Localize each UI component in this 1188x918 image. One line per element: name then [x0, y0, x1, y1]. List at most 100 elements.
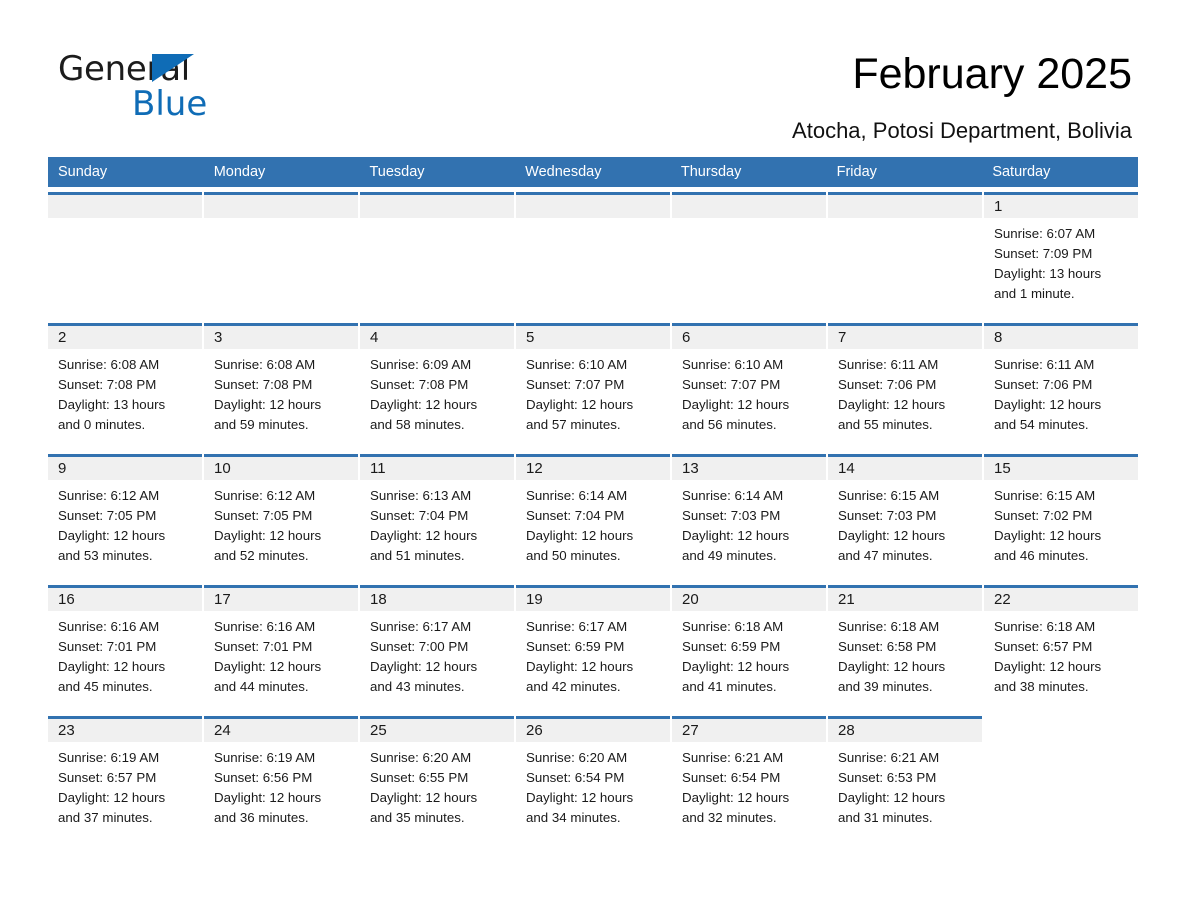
- day-number-band: 27: [672, 719, 826, 742]
- sunrise-time: Sunrise: 6:12 AM: [214, 488, 316, 503]
- calendar-day-cell[interactable]: 9 Sunrise: 6:12 AM Sunset: 7:05 PM Daylight…: [48, 454, 202, 581]
- day-number-band: 12: [516, 457, 670, 480]
- sunset-time: Sunset: 7:09 PM: [994, 246, 1093, 261]
- day-number: 25: [370, 722, 387, 739]
- calendar-day-cell[interactable]: 28 Sunrise: 6:21 AM Sunset: 6:53 PM Dayligh…: [828, 716, 982, 843]
- calendar-week-row: 16 Sunrise: 6:16 AM Sunset: 7:01 PM Dayligh…: [48, 585, 1138, 712]
- day-number: 6: [682, 329, 691, 346]
- calendar-day-cell[interactable]: 23 Sunrise: 6:19 AM Sunset: 6:57 PM Dayligh…: [48, 716, 202, 843]
- calendar-day-cell[interactable]: 20 Sunrise: 6:18 AM Sunset: 6:59 PM Dayligh…: [672, 585, 826, 712]
- day-number-band: 1: [984, 195, 1138, 218]
- day-sun-info: Sunrise: 6:18 AM Sunset: 6:58 PM Daylight:…: [828, 611, 982, 697]
- day-number-band: 24: [204, 719, 358, 742]
- day-number-band: 13: [672, 457, 826, 480]
- calendar-day-cell[interactable]: 25 Sunrise: 6:20 AM Sunset: 6:55 PM Dayligh…: [360, 716, 514, 843]
- general-blue-logo[interactable]: General Blue: [58, 52, 318, 121]
- calendar-day-cell[interactable]: 17 Sunrise: 6:16 AM Sunset: 7:01 PM Dayligh…: [204, 585, 358, 712]
- day-number: 13: [682, 460, 699, 477]
- day-number-band: 10: [204, 457, 358, 480]
- day-number: 2: [58, 329, 67, 346]
- sunrise-time: Sunrise: 6:18 AM: [838, 619, 940, 634]
- day-sun-info: Sunrise: 6:14 AM Sunset: 7:03 PM Daylight:…: [672, 480, 826, 566]
- calendar-day-cell-empty: [984, 716, 1138, 843]
- day-number: 9: [58, 460, 67, 477]
- calendar-day-cell[interactable]: 19 Sunrise: 6:17 AM Sunset: 6:59 PM Dayligh…: [516, 585, 670, 712]
- calendar-day-cell[interactable]: 1 Sunrise: 6:07 AM Sunset: 7:09 PM Daylight…: [984, 192, 1138, 319]
- sunrise-time: Sunrise: 6:13 AM: [370, 488, 472, 503]
- day-number-band: 22: [984, 588, 1138, 611]
- daylight-duration-line2: and 0 minutes.: [58, 417, 146, 432]
- day-number: 24: [214, 722, 231, 739]
- day-sun-info: Sunrise: 6:17 AM Sunset: 6:59 PM Daylight:…: [516, 611, 670, 697]
- calendar-day-cell[interactable]: 13 Sunrise: 6:14 AM Sunset: 7:03 PM Dayligh…: [672, 454, 826, 581]
- sunrise-time: Sunrise: 6:11 AM: [994, 357, 1095, 372]
- daylight-duration-line2: and 44 minutes.: [214, 679, 309, 694]
- sunrise-time: Sunrise: 6:16 AM: [58, 619, 160, 634]
- day-number: 28: [838, 722, 855, 739]
- day-number: 14: [838, 460, 855, 477]
- weekday-header-thursday: Thursday: [680, 164, 742, 180]
- calendar-day-cell[interactable]: 4 Sunrise: 6:09 AM Sunset: 7:08 PM Daylight…: [360, 323, 514, 450]
- day-sun-info: Sunrise: 6:16 AM Sunset: 7:01 PM Daylight:…: [204, 611, 358, 697]
- calendar-day-cell[interactable]: 3 Sunrise: 6:08 AM Sunset: 7:08 PM Daylight…: [204, 323, 358, 450]
- calendar-day-cell[interactable]: 27 Sunrise: 6:21 AM Sunset: 6:54 PM Dayligh…: [672, 716, 826, 843]
- sunset-time: Sunset: 7:08 PM: [58, 377, 157, 392]
- daylight-duration-line1: Daylight: 12 hours: [526, 659, 634, 674]
- calendar-week-row: 23 Sunrise: 6:19 AM Sunset: 6:57 PM Dayligh…: [48, 716, 1138, 843]
- calendar-day-cell[interactable]: 7 Sunrise: 6:11 AM Sunset: 7:06 PM Daylight…: [828, 323, 982, 450]
- calendar-day-cell[interactable]: 10 Sunrise: 6:12 AM Sunset: 7:05 PM Dayligh…: [204, 454, 358, 581]
- day-sun-info: Sunrise: 6:17 AM Sunset: 7:00 PM Daylight:…: [360, 611, 514, 697]
- calendar-day-cell[interactable]: 21 Sunrise: 6:18 AM Sunset: 6:58 PM Dayligh…: [828, 585, 982, 712]
- calendar-day-cell[interactable]: 8 Sunrise: 6:11 AM Sunset: 7:06 PM Daylight…: [984, 323, 1138, 450]
- daylight-duration-line1: Daylight: 12 hours: [214, 659, 322, 674]
- day-number: 10: [214, 460, 231, 477]
- day-number-band: 2: [48, 326, 202, 349]
- weekday-header-sunday: Sunday: [58, 164, 108, 180]
- sunrise-time: Sunrise: 6:09 AM: [370, 357, 472, 372]
- sunrise-time: Sunrise: 6:14 AM: [526, 488, 628, 503]
- day-number-band: 17: [204, 588, 358, 611]
- calendar-day-cell[interactable]: 26 Sunrise: 6:20 AM Sunset: 6:54 PM Dayligh…: [516, 716, 670, 843]
- daylight-duration-line1: Daylight: 12 hours: [838, 397, 946, 412]
- day-sun-info: Sunrise: 6:19 AM Sunset: 6:57 PM Daylight:…: [48, 742, 202, 828]
- calendar-day-cell[interactable]: 14 Sunrise: 6:15 AM Sunset: 7:03 PM Dayligh…: [828, 454, 982, 581]
- day-number-band: [48, 195, 202, 218]
- calendar-day-cell[interactable]: 12 Sunrise: 6:14 AM Sunset: 7:04 PM Dayligh…: [516, 454, 670, 581]
- sunrise-time: Sunrise: 6:18 AM: [682, 619, 784, 634]
- calendar-day-cell[interactable]: 11 Sunrise: 6:13 AM Sunset: 7:04 PM Dayligh…: [360, 454, 514, 581]
- daylight-duration-line2: and 46 minutes.: [994, 548, 1089, 563]
- calendar-day-cell[interactable]: 24 Sunrise: 6:19 AM Sunset: 6:56 PM Dayligh…: [204, 716, 358, 843]
- daylight-duration-line1: Daylight: 13 hours: [994, 266, 1102, 281]
- calendar-day-cell[interactable]: 5 Sunrise: 6:10 AM Sunset: 7:07 PM Daylight…: [516, 323, 670, 450]
- daylight-duration-line1: Daylight: 12 hours: [682, 790, 790, 805]
- calendar-day-cell[interactable]: 16 Sunrise: 6:16 AM Sunset: 7:01 PM Dayligh…: [48, 585, 202, 712]
- day-sun-info: Sunrise: 6:08 AM Sunset: 7:08 PM Daylight:…: [204, 349, 358, 435]
- day-sun-info: Sunrise: 6:20 AM Sunset: 6:55 PM Daylight:…: [360, 742, 514, 828]
- day-number-band: 20: [672, 588, 826, 611]
- sunrise-time: Sunrise: 6:08 AM: [214, 357, 316, 372]
- sunset-time: Sunset: 7:01 PM: [58, 639, 157, 654]
- calendar-day-cell[interactable]: 6 Sunrise: 6:10 AM Sunset: 7:07 PM Daylight…: [672, 323, 826, 450]
- daylight-duration-line1: Daylight: 12 hours: [526, 790, 634, 805]
- sunset-time: Sunset: 6:54 PM: [526, 770, 625, 785]
- daylight-duration-line2: and 57 minutes.: [526, 417, 621, 432]
- calendar-day-cell-empty: [48, 192, 202, 319]
- sunset-time: Sunset: 7:05 PM: [214, 508, 313, 523]
- sunset-time: Sunset: 7:03 PM: [838, 508, 937, 523]
- daylight-duration-line2: and 56 minutes.: [682, 417, 777, 432]
- day-number: 27: [682, 722, 699, 739]
- calendar-page: General Blue February 2025 Atocha, Potos…: [0, 0, 1188, 918]
- sunset-time: Sunset: 7:06 PM: [838, 377, 937, 392]
- calendar-day-cell[interactable]: 22 Sunrise: 6:18 AM Sunset: 6:57 PM Dayligh…: [984, 585, 1138, 712]
- sunset-time: Sunset: 7:04 PM: [370, 508, 469, 523]
- day-number-band: [828, 195, 982, 218]
- day-number: 18: [370, 591, 387, 608]
- day-sun-info: Sunrise: 6:10 AM Sunset: 7:07 PM Daylight:…: [672, 349, 826, 435]
- day-sun-info: Sunrise: 6:13 AM Sunset: 7:04 PM Daylight:…: [360, 480, 514, 566]
- day-number-band: 3: [204, 326, 358, 349]
- daylight-duration-line1: Daylight: 12 hours: [370, 528, 478, 543]
- calendar-day-cell[interactable]: 2 Sunrise: 6:08 AM Sunset: 7:08 PM Daylight…: [48, 323, 202, 450]
- calendar-day-cell[interactable]: 15 Sunrise: 6:15 AM Sunset: 7:02 PM Dayligh…: [984, 454, 1138, 581]
- daylight-duration-line2: and 35 minutes.: [370, 810, 465, 825]
- calendar-day-cell[interactable]: 18 Sunrise: 6:17 AM Sunset: 7:00 PM Dayligh…: [360, 585, 514, 712]
